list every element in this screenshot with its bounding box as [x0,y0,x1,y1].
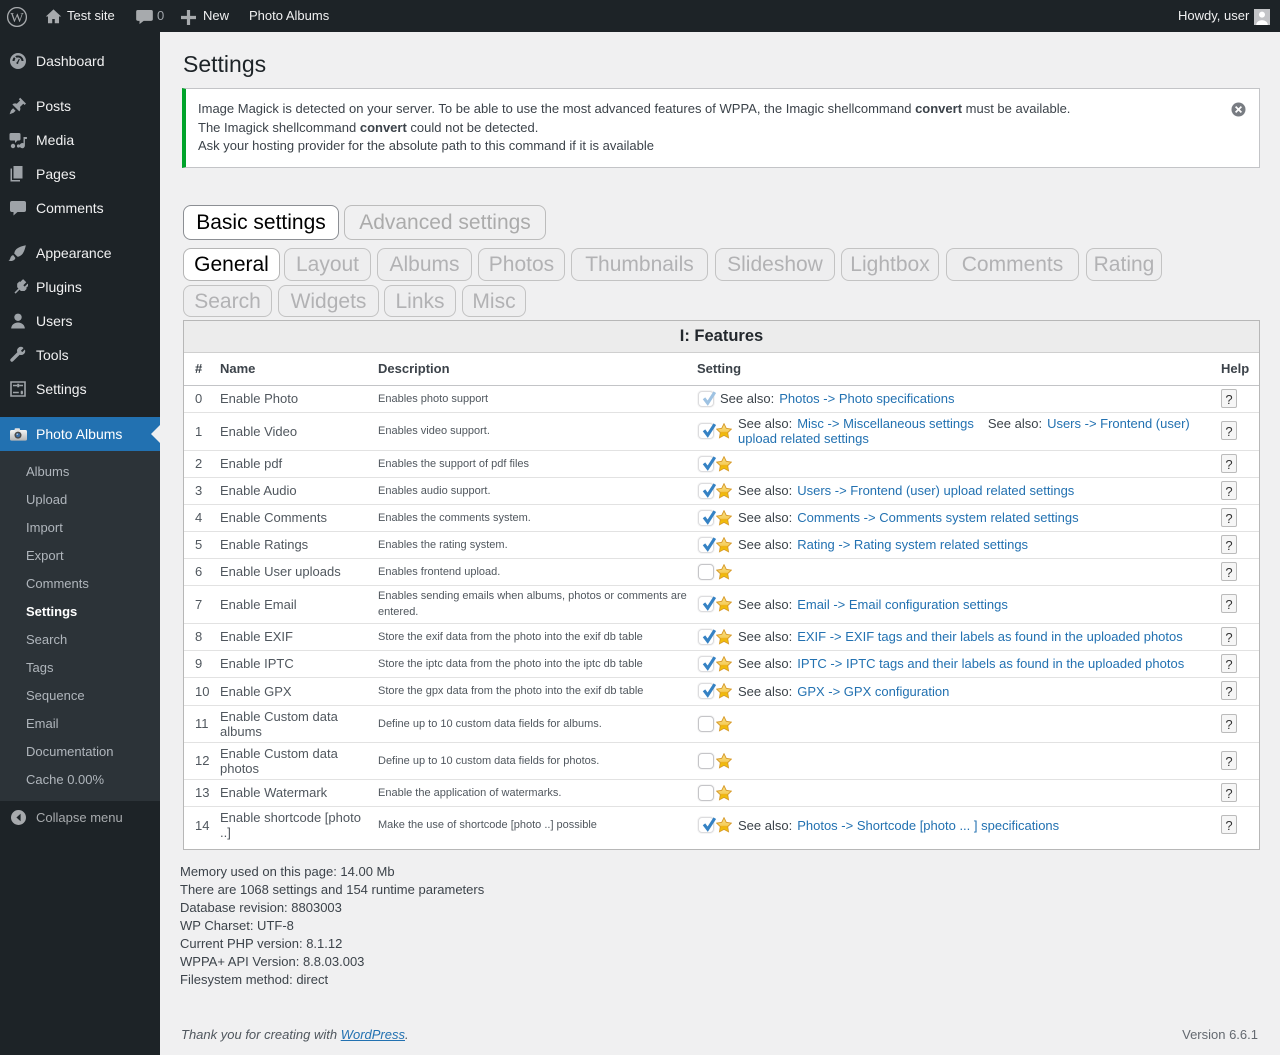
svg-text:W: W [10,10,24,25]
